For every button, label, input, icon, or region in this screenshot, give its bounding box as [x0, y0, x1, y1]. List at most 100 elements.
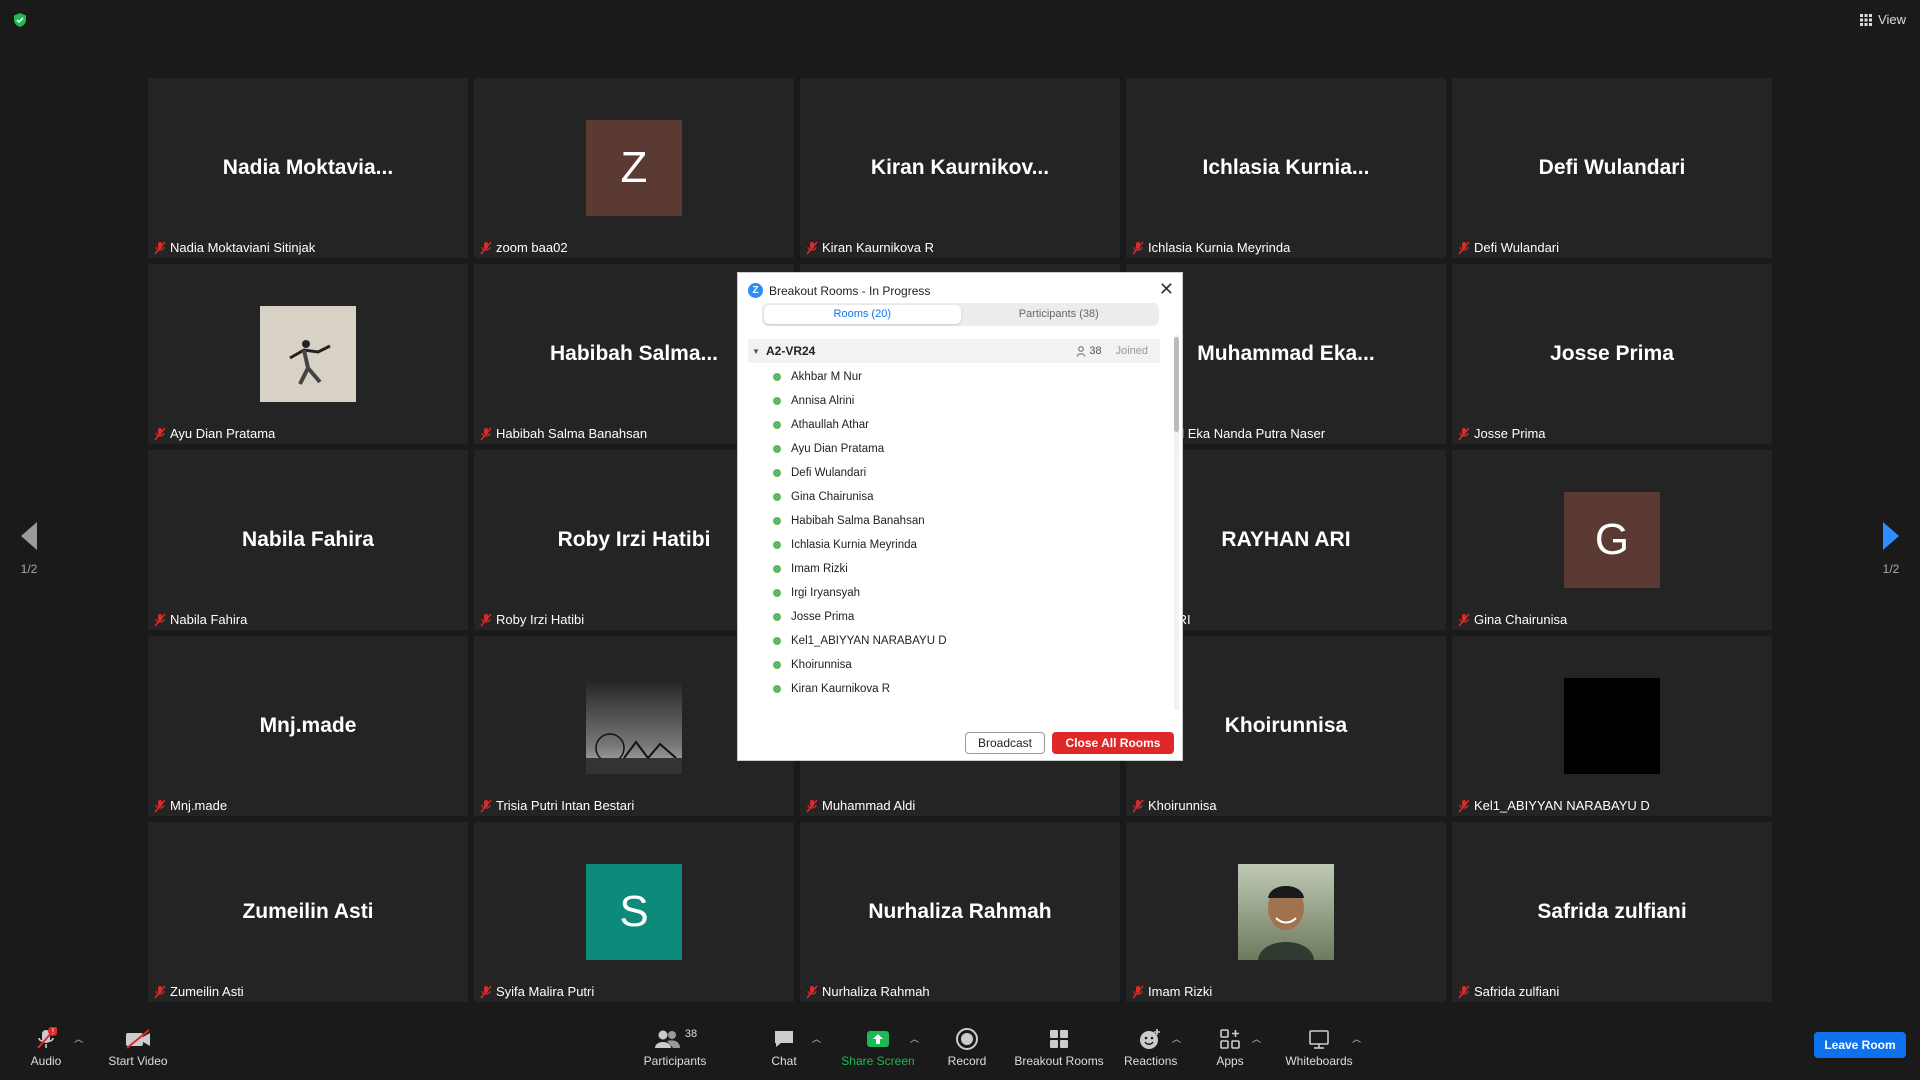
audio-button[interactable]: ! Audio — [26, 1026, 66, 1068]
list-item[interactable]: Irgi Iryansyah — [748, 581, 1160, 605]
video-tile[interactable]: Kel1_ABIYYAN NARABAYU D — [1452, 636, 1772, 816]
list-item[interactable]: Imam Rizki — [748, 557, 1160, 581]
participants-button[interactable]: 38 Participants — [640, 1026, 710, 1068]
video-tile[interactable]: Imam Rizki — [1126, 822, 1446, 1002]
mic-muted-icon — [806, 985, 818, 998]
tile-participant-label: Kiran Kaurnikova R — [806, 240, 934, 255]
scrollbar-thumb[interactable] — [1174, 337, 1179, 432]
avatar: Z — [586, 120, 682, 216]
reactions-button[interactable]: Reactions — [1124, 1026, 1178, 1068]
status-dot-icon — [773, 493, 781, 501]
video-tile[interactable]: Nabila Fahira Nabila Fahira — [148, 450, 468, 630]
zoom-logo-icon: Z — [748, 283, 763, 298]
list-item[interactable]: Ichlasia Kurnia Meyrinda — [748, 533, 1160, 557]
video-tile[interactable]: Mnj.made Mnj.made — [148, 636, 468, 816]
list-item[interactable]: Kel1_ABIYYAN NARABAYU D — [748, 629, 1160, 653]
apps-button[interactable]: Apps — [1210, 1026, 1250, 1068]
participant-name: Ayu Dian Pratama — [170, 426, 276, 441]
participant-name: Gina Chairunisa — [1474, 612, 1568, 627]
list-item[interactable]: Josse Prima — [748, 605, 1160, 629]
chevron-down-icon[interactable]: ▼ — [748, 347, 764, 356]
chat-button[interactable]: Chat — [764, 1026, 804, 1068]
whiteboards-options-caret[interactable]: ︿ — [1352, 1032, 1361, 1045]
list-item[interactable]: Kiran Kaurnikova R — [748, 677, 1160, 701]
participant-name: Imam Rizki — [1148, 984, 1213, 999]
start-video-button[interactable]: Start Video — [106, 1026, 170, 1068]
tile-participant-label: Ichlasia Kurnia Meyrinda — [1132, 240, 1290, 255]
video-tile[interactable]: Kiran Kaurnikov... Kiran Kaurnikova R — [800, 78, 1120, 258]
room-status: Joined — [1115, 345, 1148, 357]
list-item[interactable]: Khoirunnisa — [748, 653, 1160, 677]
video-tile[interactable]: S Syifa Malira Putri — [474, 822, 794, 1002]
dialog-title-bar: Z Breakout Rooms - In Progress — [748, 283, 930, 298]
leave-room-button[interactable]: Leave Room — [1814, 1032, 1906, 1058]
list-item[interactable]: Gina Chairunisa — [748, 485, 1160, 509]
mic-muted-icon — [480, 427, 492, 440]
mic-muted-icon — [1458, 985, 1470, 998]
video-off-icon — [106, 1026, 170, 1052]
tile-display-name: Nadia Moktavia... — [222, 156, 394, 179]
video-tile[interactable]: Ayu Dian Pratama — [148, 264, 468, 444]
close-all-rooms-button[interactable]: Close All Rooms — [1052, 732, 1174, 754]
chat-options-caret[interactable]: ︿ — [812, 1032, 821, 1045]
video-tile[interactable]: Zzoom baa02 — [474, 78, 794, 258]
list-item[interactable]: Annisa Alrini — [748, 389, 1160, 413]
person-icon — [1076, 345, 1086, 357]
video-tile[interactable]: Ichlasia Kurnia... Ichlasia Kurnia Meyrin… — [1126, 78, 1446, 258]
apps-options-caret[interactable]: ︿ — [1252, 1032, 1261, 1045]
video-tile[interactable]: Nurhaliza Rahmah Nurhaliza Rahmah — [800, 822, 1120, 1002]
whiteboards-label: Whiteboards — [1285, 1054, 1353, 1068]
list-item[interactable]: Ayu Dian Pratama — [748, 437, 1160, 461]
status-dot-icon — [773, 613, 781, 621]
audio-options-caret[interactable]: ︿ — [74, 1032, 83, 1045]
tile-participant-label: Habibah Salma Banahsan — [480, 426, 647, 441]
room-count: 38 — [1076, 345, 1102, 357]
breakout-rooms-button[interactable]: Breakout Rooms — [1014, 1026, 1104, 1068]
share-options-caret[interactable]: ︿ — [910, 1032, 919, 1045]
list-item[interactable]: Defi Wulandari — [748, 461, 1160, 485]
list-item[interactable]: Akhbar M Nur — [748, 365, 1160, 389]
video-tile[interactable]: Nadia Moktavia... Nadia Moktaviani Sitinj… — [148, 78, 468, 258]
avatar: G — [1564, 492, 1660, 588]
mic-muted-icon — [1132, 985, 1144, 998]
view-button[interactable]: View — [1860, 12, 1906, 27]
list-item[interactable]: Mnj.made — [748, 701, 1160, 703]
video-tile[interactable]: Josse Prima Josse Prima — [1452, 264, 1772, 444]
reactions-options-caret[interactable]: ︿ — [1172, 1032, 1181, 1045]
next-page-button[interactable]: 1/2 — [1876, 522, 1906, 576]
reactions-label: Reactions — [1124, 1054, 1178, 1068]
meeting-toolbar: ! Audio ︿ Start Video 38 Participants Ch… — [0, 1020, 1920, 1080]
room-header[interactable]: ▼ A2-VR24 38 Joined — [748, 339, 1160, 363]
breakout-rooms-label: Breakout Rooms — [1014, 1054, 1104, 1068]
status-dot-icon — [773, 517, 781, 525]
video-tile[interactable]: Defi Wulandari Defi Wulandari — [1452, 78, 1772, 258]
mic-muted-icon — [1458, 613, 1470, 626]
record-button[interactable]: Record — [942, 1026, 992, 1068]
list-item[interactable]: Athaullah Athar — [748, 413, 1160, 437]
tile-participant-label: Khoirunnisa — [1132, 798, 1217, 813]
whiteboards-button[interactable]: Whiteboards — [1282, 1026, 1356, 1068]
video-tile[interactable]: G Gina Chairunisa — [1452, 450, 1772, 630]
video-tile[interactable]: Safrida zulfiani Safrida zulfiani — [1452, 822, 1772, 1002]
tile-participant-label: Zumeilin Asti — [154, 984, 244, 999]
tile-participant-label: Nabila Fahira — [154, 612, 247, 627]
status-dot-icon — [773, 373, 781, 381]
prev-page-button[interactable]: 1/2 — [14, 522, 44, 576]
mic-muted-icon — [806, 799, 818, 812]
security-shield-icon[interactable] — [12, 12, 28, 28]
tab-rooms[interactable]: Rooms (20) — [764, 305, 961, 324]
video-tile[interactable]: Zumeilin Asti Zumeilin Asti — [148, 822, 468, 1002]
share-screen-button[interactable]: Share Screen — [838, 1026, 918, 1068]
room-name: A2-VR24 — [766, 344, 816, 358]
participant-name: Mnj.made — [170, 798, 228, 813]
tab-participants[interactable]: Participants (38) — [961, 305, 1158, 324]
close-icon[interactable]: ✕ — [1159, 279, 1174, 300]
tile-participant-label: Syifa Malira Putri — [480, 984, 594, 999]
scrollbar[interactable] — [1174, 335, 1179, 710]
list-item[interactable]: Habibah Salma Banahsan — [748, 509, 1160, 533]
tile-participant-label: Ayu Dian Pratama — [154, 426, 275, 441]
top-bar: View — [0, 0, 1920, 40]
breakout-rooms-icon — [1014, 1026, 1104, 1052]
tile-participant-label: Trisia Putri Intan Bestari — [480, 798, 634, 813]
broadcast-button[interactable]: Broadcast — [965, 732, 1045, 754]
